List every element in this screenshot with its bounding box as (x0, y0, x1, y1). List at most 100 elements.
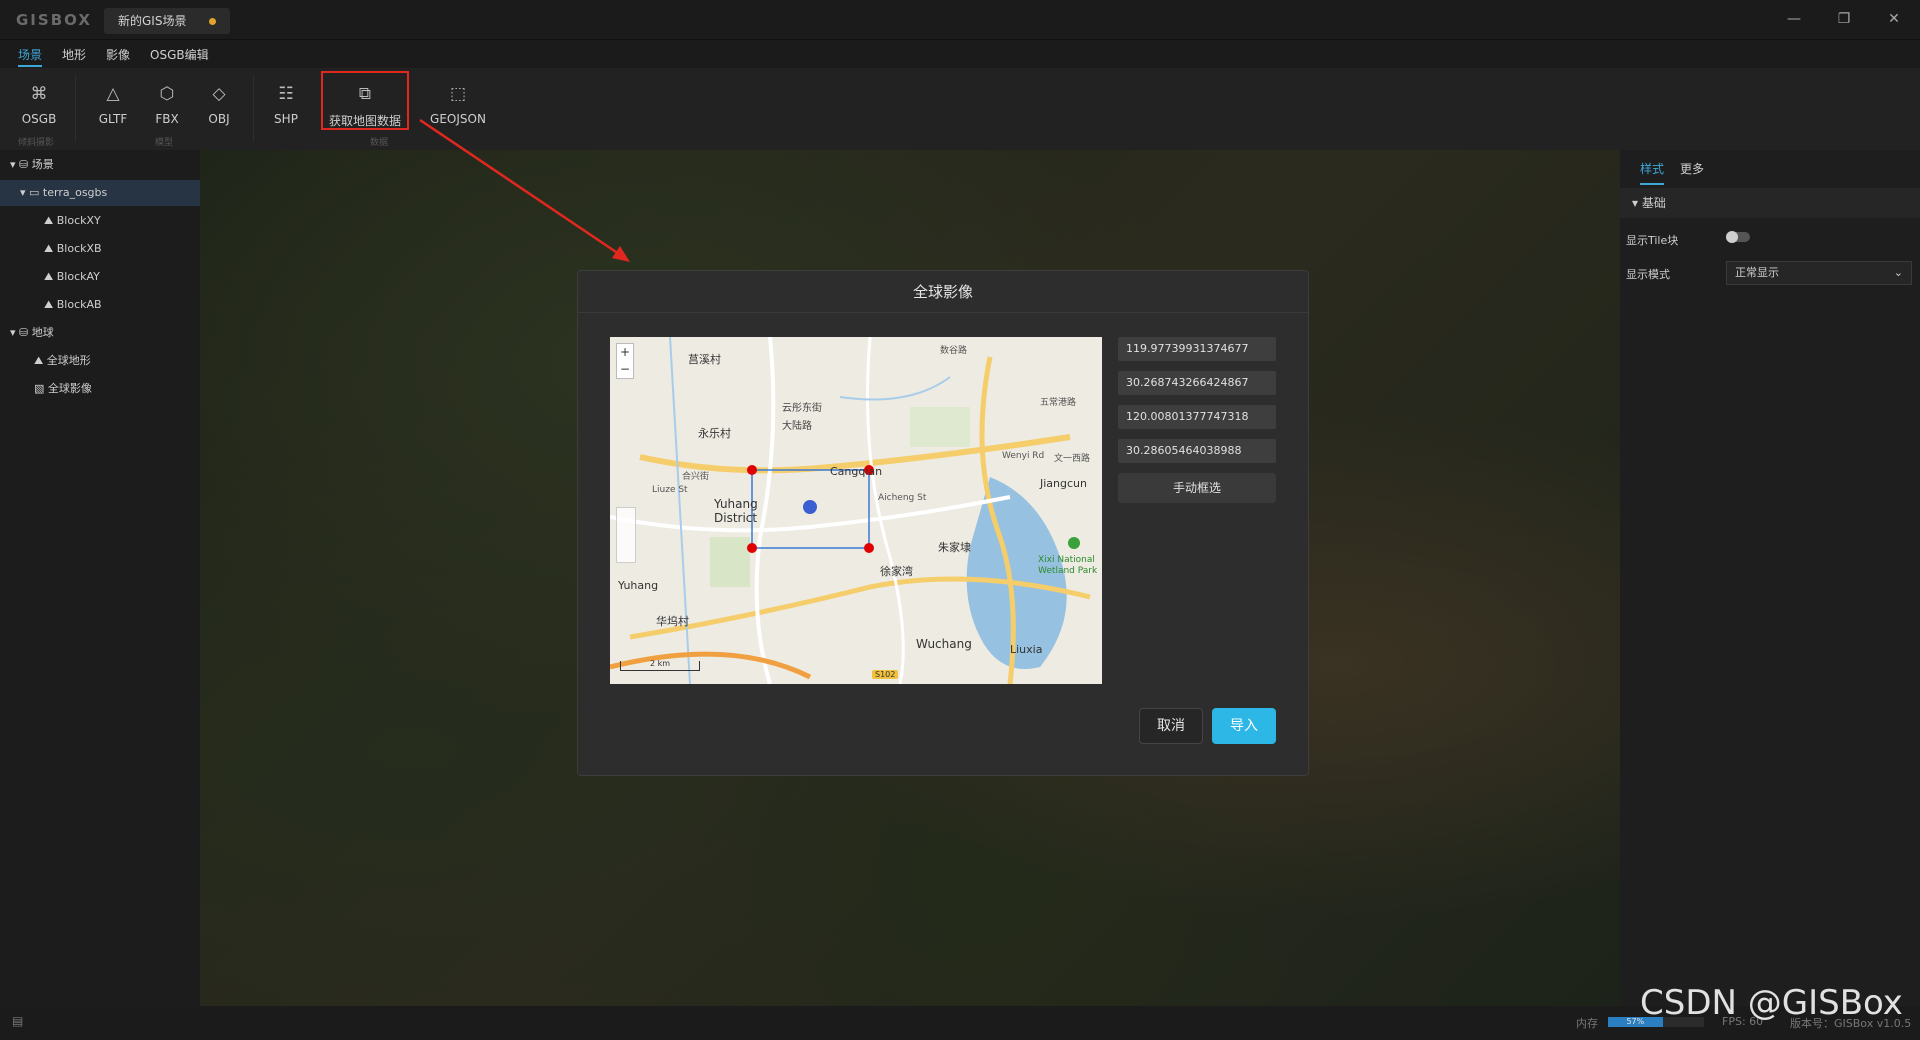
map-label: Liuze St (652, 485, 688, 495)
toolbar-ribbon: ⌘ OSGB 倾斜摄影 △ GLTF ⬡ FBX ◇ OBJ 模型 ☷ SHP … (0, 68, 1920, 150)
tree-node-global-terrain[interactable]: ⛰ 全球地形 (34, 348, 91, 374)
map-label: 合兴街 (682, 472, 710, 482)
osgb-button[interactable]: ⌘ OSGB (11, 82, 67, 132)
shp-icon: ☷ (278, 84, 294, 104)
document-tab-label: 新的GIS场景 (118, 14, 187, 28)
map-label: 云彤东街 (782, 403, 822, 414)
road-shield: S102 (872, 670, 899, 679)
status-bar: ▤ 内存 57% FPS: 60 版本号：GISBox v1.0.5 (0, 1006, 1920, 1040)
tree-node-block[interactable]: ⛰ BlockAY (44, 264, 100, 290)
ribbon-divider (253, 76, 254, 142)
manual-select-button[interactable]: 手动框选 (1118, 473, 1276, 503)
max-latitude-field[interactable]: 30.28605464038988 (1118, 439, 1276, 463)
min-latitude-field[interactable]: 30.268743266424867 (1118, 371, 1276, 395)
section-basic[interactable]: ▾ 基础 (1620, 188, 1920, 218)
fbx-icon: ⬡ (159, 84, 175, 104)
unsaved-dot-icon (209, 18, 217, 25)
dialog-title: 全球影像 (578, 271, 1308, 313)
display-mode-label: 显示模式 (1626, 268, 1670, 281)
globe-icon: ⛁ (19, 326, 32, 339)
chevron-down-icon: ⌄ (1893, 266, 1903, 279)
app-logo: GISBOX (16, 11, 92, 29)
minimize-icon[interactable]: — (1780, 8, 1808, 30)
map-label: 华坞村 (656, 615, 689, 628)
zoom-controls: + − (616, 343, 634, 379)
map-preview[interactable]: + − 2 km S102 莒溪村 永乐村 云彤东街 大陆路 合兴街 Liuze… (610, 337, 1102, 684)
map-label: 朱家埭 (938, 541, 971, 554)
map-label: Wenyi Rd (1002, 451, 1045, 461)
scene-tree-panel: ▾ ⛁ 场景 ▾ ▭ terra_osgbs ⛰ BlockXY ⛰ Block… (0, 150, 200, 1006)
chevron-down-icon: ▾ (1632, 196, 1642, 210)
mesh-icon: ⛰ (44, 270, 57, 283)
map-label: Liuxia (1010, 643, 1043, 656)
terrain-icon: ⛰ (34, 354, 47, 367)
menu-osgb-edit[interactable]: OSGB编辑 (150, 46, 209, 63)
map-label: Wuchang (916, 637, 972, 651)
global-imagery-dialog: 全球影像 + − 2 km S102 莒溪村 永乐村 云彤东街 大陆路 合兴街 … (577, 270, 1309, 776)
map-label: Jiangcun (1040, 477, 1087, 490)
properties-panel: 样式 更多 ▾ 基础 显示Tile块 显示模式 正常显示 ⌄ (1620, 150, 1920, 1006)
menu-scene[interactable]: 场景 (18, 46, 43, 67)
tree-node-block[interactable]: ⛰ BlockXY (44, 208, 101, 234)
map-label: 大陆路 (782, 421, 812, 432)
import-button[interactable]: 导入 (1212, 708, 1276, 744)
map-label: Cangqian (830, 465, 883, 478)
menu-terrain[interactable]: 地形 (62, 46, 86, 63)
highlight-box (321, 71, 409, 130)
mesh-icon: ⛰ (44, 214, 57, 227)
obj-cube-icon: ◇ (212, 84, 226, 104)
obj-button[interactable]: ◇ OBJ (191, 82, 247, 132)
tree-node-block[interactable]: ⛰ BlockXB (44, 236, 102, 262)
cancel-button[interactable]: 取消 (1139, 708, 1203, 744)
mesh-icon: ⛰ (44, 242, 57, 255)
map-label: 数谷路 (940, 346, 968, 356)
gltf-icon: △ (106, 84, 120, 104)
map-label: 五常港路 (1040, 398, 1077, 408)
tree-node-block[interactable]: ⛰ BlockAB (44, 292, 102, 318)
tree-node-earth[interactable]: ▾ ⛁ 地球 (10, 320, 54, 346)
group-label-oblique: 倾斜摄影 (18, 138, 55, 148)
zoom-out-button[interactable]: − (617, 361, 633, 378)
layers-icon: ⛁ (19, 158, 32, 171)
map-label: 莒溪村 (688, 353, 721, 366)
close-icon[interactable]: ✕ (1880, 8, 1908, 30)
scale-bar: 2 km (620, 660, 700, 671)
restore-icon[interactable]: ❐ (1830, 8, 1858, 30)
fbx-button[interactable]: ⬡ FBX (139, 82, 195, 132)
map-label: Yuhang District (714, 497, 758, 525)
document-tab[interactable]: 新的GIS场景 (104, 8, 231, 34)
chevron-down-icon: ▾ (10, 158, 20, 171)
tree-node-scene[interactable]: ▾ ⛁ 场景 (10, 152, 54, 178)
watermark: CSDN @GISBox (1640, 983, 1903, 1023)
map-label: 徐家湾 (880, 565, 913, 578)
tab-style[interactable]: 样式 (1640, 160, 1665, 185)
tree-node-terra-osgbs[interactable]: ▾ ▭ terra_osgbs (0, 180, 200, 206)
show-tile-label: 显示Tile块 (1626, 234, 1679, 247)
geojson-button[interactable]: ⬚ GEOJSON (424, 82, 492, 132)
max-longitude-field[interactable]: 120.00801377747318 (1118, 405, 1276, 429)
zoom-in-button[interactable]: + (617, 344, 633, 361)
folder-icon: ▭ (29, 186, 43, 199)
zoom-slider[interactable] (616, 507, 636, 563)
tree-node-global-imagery[interactable]: ▧ 全球影像 (34, 376, 92, 402)
mesh-icon: ⛰ (44, 298, 57, 311)
map-label: Yuhang (618, 579, 659, 592)
ribbon-divider (75, 76, 76, 142)
shp-button[interactable]: ☷ SHP (258, 82, 314, 132)
show-tile-toggle[interactable] (1726, 231, 1750, 243)
tab-more[interactable]: 更多 (1680, 160, 1704, 177)
gltf-button[interactable]: △ GLTF (85, 82, 141, 132)
map-label: 文一西路 (1054, 454, 1091, 464)
min-longitude-field[interactable]: 119.97739931374677 (1118, 337, 1276, 361)
map-label: 永乐村 (698, 427, 731, 440)
menu-bar: 场景 地形 影像 OSGB编辑 (0, 40, 1920, 68)
geojson-icon: ⬚ (449, 84, 467, 104)
map-preview-graphics (610, 337, 1102, 684)
chevron-down-icon: ▾ (20, 186, 30, 199)
imagery-icon: ▧ (34, 382, 48, 395)
memory-label: 内存 (1576, 1017, 1598, 1030)
menu-imagery[interactable]: 影像 (106, 46, 130, 63)
title-bar: GISBOX 新的GIS场景 — ❐ ✕ (0, 0, 1920, 40)
display-mode-select[interactable]: 正常显示 ⌄ (1726, 261, 1912, 285)
group-label-model: 模型 (155, 138, 174, 148)
